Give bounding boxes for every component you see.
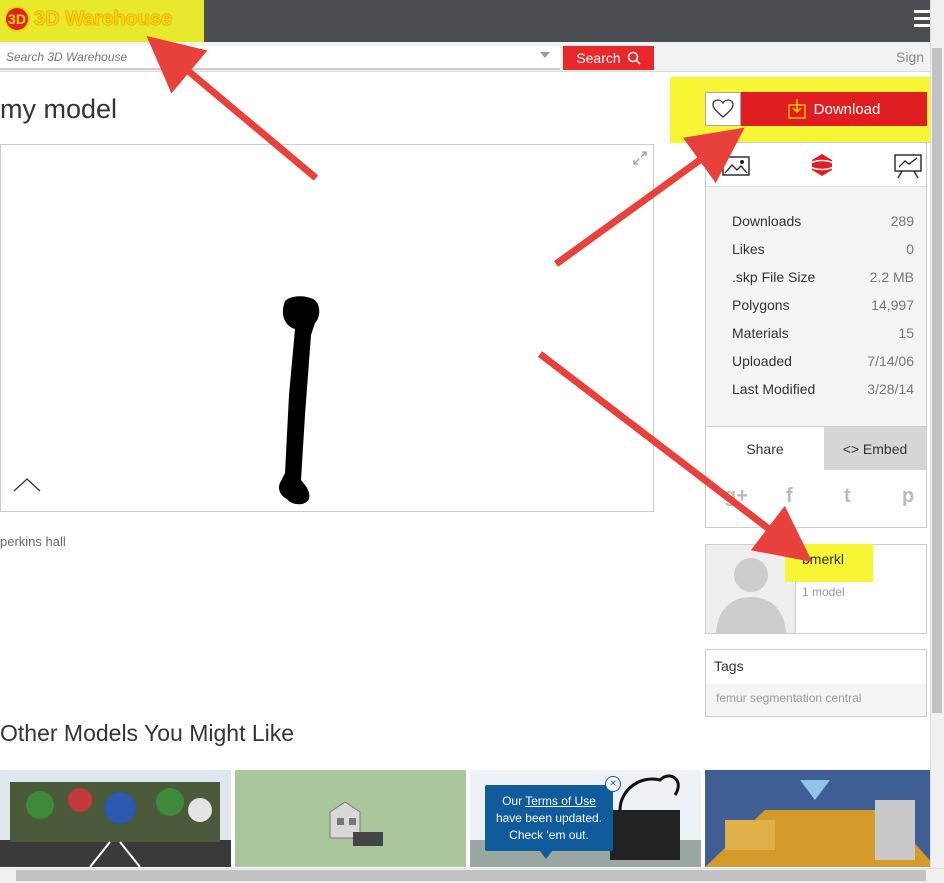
horizontal-scroll-thumb[interactable]	[16, 870, 926, 881]
chevron-down-icon[interactable]	[540, 52, 550, 58]
model-thumbnail[interactable]	[705, 770, 936, 867]
close-icon[interactable]: ×	[605, 776, 621, 792]
stat-label: Materials	[732, 325, 789, 341]
search-input[interactable]	[0, 46, 560, 70]
stat-label: .skp File Size	[732, 269, 816, 285]
stat-value: 2.2 MB	[869, 269, 914, 285]
vertical-scroll-thumb[interactable]	[932, 48, 942, 713]
house-thumbnail-image	[235, 770, 466, 867]
search-row: Search Sign	[0, 42, 930, 72]
tab-share[interactable]: Share	[706, 426, 824, 470]
notice-tail	[540, 851, 552, 859]
google-plus-icon[interactable]: g+	[724, 485, 748, 508]
user-silhouette-icon	[716, 558, 786, 633]
download-icon	[787, 99, 806, 119]
terms-notice: Our Terms of Use have been updated. Chec…	[485, 785, 613, 851]
avatar[interactable]	[706, 545, 796, 633]
terms-of-use-link[interactable]: Terms of Use	[525, 794, 596, 808]
terms-line-1: Our Terms of Use	[485, 793, 613, 810]
facebook-icon[interactable]: f	[786, 485, 793, 508]
stat-value: 15	[898, 325, 914, 341]
logo-text: 3D Warehouse	[34, 7, 173, 30]
stat-row-downloads: Downloads 289	[732, 213, 914, 241]
stat-label: Last Modified	[732, 381, 816, 397]
model-viewer[interactable]	[0, 144, 654, 512]
pinterest-icon[interactable]: p	[902, 485, 914, 508]
tab-embed[interactable]: <> Embed	[824, 426, 926, 470]
stat-row-likes: Likes 0	[732, 241, 914, 269]
model-details-panel: Downloads 289 Likes 0 .skp File Size 2.2 MB…	[705, 142, 927, 528]
terms-line-2: have been updated.	[495, 811, 603, 825]
sign-in-link[interactable]: Sign	[896, 49, 924, 65]
chevron-up-icon[interactable]	[13, 475, 41, 493]
stat-row-materials: Materials 15	[732, 325, 914, 353]
garden-thumbnail-image	[0, 770, 231, 867]
expand-icon[interactable]	[631, 149, 649, 167]
search-icon	[627, 51, 641, 65]
presentation-icon[interactable]	[892, 151, 924, 179]
author-name-link[interactable]: bmerkl	[802, 551, 844, 567]
page-title: my model	[0, 94, 118, 124]
heart-icon	[712, 99, 734, 118]
stat-value: 14,997	[871, 297, 914, 313]
model-thumbnail[interactable]	[0, 770, 231, 867]
stat-label: Uploaded	[732, 353, 792, 369]
logo-mark-icon: 3D	[4, 6, 30, 32]
stat-label: Downloads	[732, 213, 802, 229]
stat-row-polygons: Polygons 14,997	[732, 297, 914, 325]
search-button[interactable]: Search	[563, 46, 654, 70]
share-tabs: Share <> Embed	[706, 426, 926, 470]
view-tabs	[706, 143, 926, 187]
tags-list[interactable]: femur segmentation central	[716, 691, 861, 705]
stat-value: 7/14/06	[867, 353, 914, 369]
stat-value: 3/28/14	[867, 381, 914, 397]
stat-label: Polygons	[732, 297, 790, 313]
model-thumbnail[interactable]	[235, 770, 466, 867]
hamburger-icon[interactable]	[914, 10, 930, 32]
kitchen-thumbnail-image	[705, 770, 936, 867]
image-gallery-icon[interactable]	[720, 151, 752, 179]
download-button[interactable]: Download	[741, 92, 927, 126]
3d-view-icon[interactable]	[806, 151, 838, 179]
download-label: Download	[813, 100, 881, 118]
tags-box: Tags femur segmentation central	[705, 649, 927, 717]
stat-value: 0	[906, 241, 914, 257]
terms-prefix: Our	[502, 794, 526, 808]
stat-value: 289	[890, 213, 914, 229]
author-model-count[interactable]: 1 model	[802, 585, 845, 599]
stat-row-last-modified: Last Modified 3/28/14	[732, 381, 914, 409]
twitter-icon[interactable]: t	[844, 485, 851, 508]
like-button[interactable]	[705, 92, 741, 126]
tags-title: Tags	[714, 658, 744, 674]
femur-model-image	[279, 296, 320, 505]
terms-line-3: Check 'em out.	[509, 828, 589, 842]
search-button-label: Search	[576, 50, 621, 66]
other-models-title: Other Models You Might Like	[0, 720, 295, 746]
stat-label: Likes	[732, 241, 765, 257]
stat-row-uploaded: Uploaded 7/14/06	[732, 353, 914, 381]
model-description: perkins hall	[0, 534, 66, 549]
site-logo[interactable]: 3D 3D Warehouse	[4, 6, 172, 32]
stat-row-file-size: .skp File Size 2.2 MB	[732, 269, 914, 297]
